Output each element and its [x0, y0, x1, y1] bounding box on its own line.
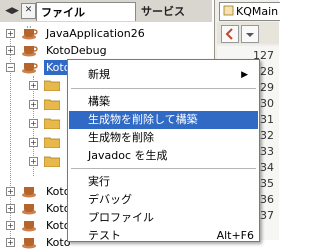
tab-scroll-arrows-icon[interactable]: ◀▶ [5, 4, 19, 18]
expand-plus-icon[interactable]: + [6, 204, 15, 213]
explorer-tabbar: ◀▶ ✕ ファイル サービス [0, 0, 212, 23]
context-menu: 新規 ▶ 構築 生成物を削除して構築 生成物を削除 Javadoc を生成 実行… [67, 59, 260, 242]
menu-item-label: テスト [88, 229, 121, 242]
coffee-cup-icon [22, 204, 36, 215]
expand-plus-icon[interactable]: + [29, 157, 38, 166]
menu-item-profile[interactable]: プロファイル [69, 209, 258, 227]
expand-plus-icon[interactable]: + [29, 100, 38, 109]
menu-item-label: Javadoc を生成 [88, 149, 168, 162]
menu-item-run[interactable]: 実行 [69, 173, 258, 191]
expand-plus-icon[interactable]: + [6, 29, 15, 38]
menu-item-build[interactable]: 構築 [69, 93, 258, 111]
shortcut-label: Alt+F6 [216, 229, 254, 242]
menu-item-debug[interactable]: デバッグ [69, 191, 258, 209]
back-button[interactable] [221, 25, 239, 43]
menu-separator [71, 88, 256, 89]
tree-node-project[interactable]: + KotoDebug [0, 42, 212, 59]
tab-services[interactable]: サービス [137, 2, 215, 21]
expand-plus-icon[interactable]: + [6, 238, 15, 247]
coffee-cup-icon [22, 187, 36, 198]
expand-plus-icon[interactable]: + [29, 119, 38, 128]
folder-icon [44, 99, 60, 110]
expand-plus-icon[interactable]: + [6, 221, 15, 230]
menu-item-label: プロファイル [88, 211, 154, 224]
expand-plus-icon[interactable]: + [6, 187, 15, 196]
expand-plus-icon[interactable]: + [29, 138, 38, 147]
menu-item-label: 構築 [88, 95, 110, 108]
collapse-minus-icon[interactable]: − [6, 63, 15, 72]
coffee-cup-icon [22, 221, 36, 232]
coffee-cup-icon [22, 238, 36, 249]
dropdown-arrow-icon [246, 33, 254, 37]
menu-item-new[interactable]: 新規 ▶ [69, 66, 258, 84]
menu-item-label: 生成物を削除 [88, 131, 154, 144]
editor-toolbar [217, 22, 279, 44]
expand-plus-icon[interactable]: + [6, 46, 15, 55]
tab-files[interactable]: ファイル [36, 2, 136, 21]
folder-icon [44, 156, 60, 167]
coffee-cup-icon [22, 46, 38, 57]
tree-node-project[interactable]: + JavaApplication26 [0, 25, 212, 42]
tab-services-label: サービス [141, 5, 185, 18]
menu-item-clean[interactable]: 生成物を削除 [69, 129, 258, 147]
coffee-cup-icon [22, 63, 38, 74]
menu-item-clean-and-build[interactable]: 生成物を削除して構築 [69, 111, 258, 129]
menu-item-test[interactable]: テスト Alt+F6 [69, 227, 258, 245]
coffee-cup-icon [22, 26, 38, 40]
menu-item-label: 生成物を削除して構築 [88, 113, 198, 126]
menu-item-generate-javadoc[interactable]: Javadoc を生成 [69, 147, 258, 165]
menu-item-label: 実行 [88, 175, 110, 188]
project-name: KotoDebug [46, 44, 107, 57]
tab-files-label: ファイル [41, 6, 85, 19]
triangle-right-icon: ▶ [241, 70, 248, 80]
folder-icon [44, 137, 60, 148]
folder-icon [44, 80, 60, 91]
menu-separator [71, 168, 256, 169]
project-name: JavaApplication26 [46, 27, 145, 40]
back-arrow-icon [225, 28, 233, 40]
menu-item-label: デバッグ [88, 193, 132, 206]
expand-plus-icon[interactable]: + [29, 81, 38, 90]
forward-button[interactable] [241, 25, 259, 43]
close-icon[interactable]: ✕ [21, 3, 36, 19]
editor-tab-label: KQMain [236, 5, 279, 18]
editor-tab[interactable]: KQMain [219, 2, 280, 21]
folder-icon [44, 118, 60, 129]
menu-item-label: 新規 [88, 68, 110, 81]
java-file-icon [223, 5, 234, 16]
